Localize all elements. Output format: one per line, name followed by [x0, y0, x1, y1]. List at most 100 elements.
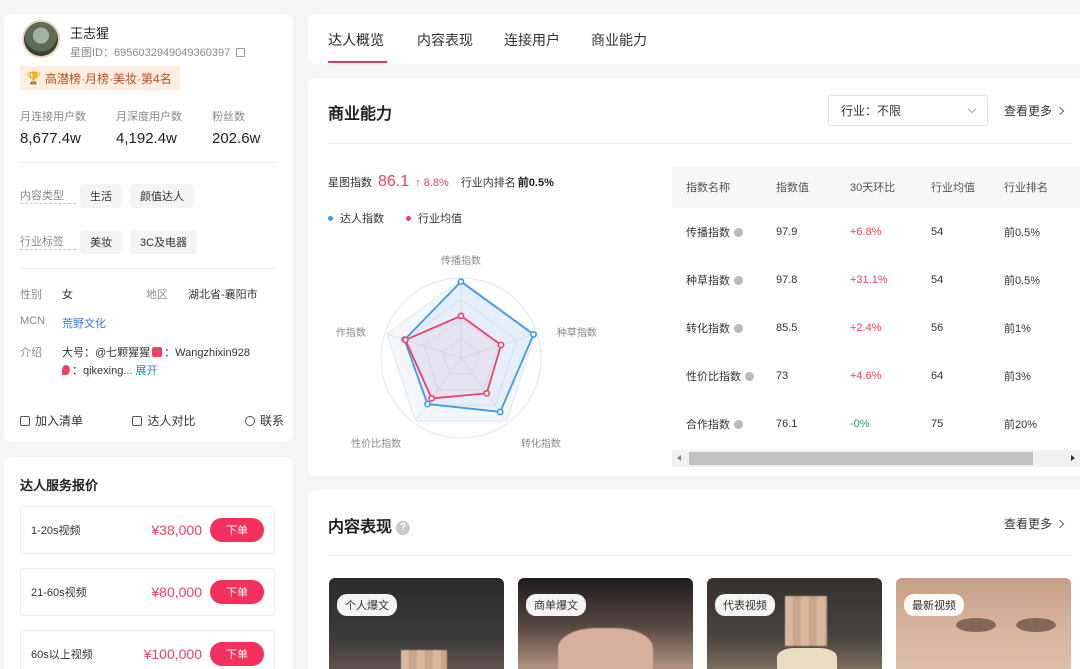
industry-rank: 前20%	[1004, 419, 1038, 431]
industry-rank: 前3%	[1004, 371, 1031, 383]
star-index-change: ↑ 8.8%	[415, 177, 449, 189]
legend-item[interactable]: 达人指数	[328, 210, 384, 226]
thumbnail-tag: 代表视频	[715, 594, 775, 616]
scroll-left-icon[interactable]	[677, 455, 681, 461]
table-header: 指数名称 指数值 30天环比 行业均值 行业排名	[672, 166, 1080, 208]
content-card: 内容表现? 查看更多 个人爆文 商单爆文 代表视频 最新视频	[308, 490, 1080, 669]
mcn-link[interactable]: 荒野文化	[62, 315, 106, 331]
index-name: 传播指数	[686, 227, 730, 239]
index-change: +31.1%	[850, 274, 888, 286]
gender-label: 性别	[20, 289, 42, 301]
index-name: 种草指数	[686, 275, 730, 287]
table-horizontal-scrollbar[interactable]	[672, 450, 1080, 467]
stat-monthly-deep-users: 月深度用户数 4,192.4w	[116, 108, 212, 147]
business-card: 商业能力 行业：不限 查看更多 星图指数 86.1 ↑ 8.8% 行业内排名 前…	[308, 78, 1080, 476]
contact-button[interactable]: 联系	[244, 412, 284, 429]
help-icon[interactable]	[734, 275, 743, 285]
content-type-chip: 颜值达人	[130, 184, 194, 208]
expand-link[interactable]: 展开	[136, 365, 158, 377]
copy-icon[interactable]	[236, 47, 246, 57]
radar-point	[483, 389, 491, 397]
order-button[interactable]: 下单	[210, 580, 264, 604]
blurred-face	[785, 596, 827, 646]
avatar[interactable]	[22, 20, 60, 58]
help-icon[interactable]	[745, 371, 754, 381]
rank-badge[interactable]: 🏆 高潜榜·月榜·美妆·第4名	[20, 66, 180, 90]
table-row: 性价比指数 73 +4.6% 64 前3%	[672, 352, 1080, 400]
radar-chart: 传播指数种草指数转化指数 性价比指数 合作指数	[336, 254, 597, 450]
industry-rank: 前1%	[1004, 323, 1031, 335]
radar-axis-label: 种草指数	[557, 326, 597, 339]
price-value: ¥38,000	[151, 522, 202, 538]
radar-legend: 达人指数 行业均值	[328, 210, 484, 226]
radar-point	[457, 278, 465, 286]
tab-bar: 达人概览 内容表现 连接用户 商业能力	[308, 14, 1080, 64]
star-id: 星图ID：6956032949049360397	[70, 44, 246, 60]
radar-point	[424, 400, 431, 408]
price-item: 21-60s视频 ¥80,000 下单	[20, 568, 275, 616]
industry-avg: 64	[931, 370, 944, 382]
compare-button[interactable]: 达人对比	[132, 412, 196, 429]
help-icon[interactable]: ?	[396, 521, 411, 535]
legend-item[interactable]: 行业均值	[406, 210, 462, 226]
tab-connected-users[interactable]: 连接用户	[504, 30, 560, 50]
index-value: 97.8	[776, 274, 798, 286]
help-icon[interactable]	[734, 323, 743, 333]
help-icon[interactable]	[734, 419, 743, 429]
tab-business[interactable]: 商业能力	[591, 30, 647, 50]
intro-line2: ：qikexing...	[72, 365, 133, 377]
intro: 介绍 大号：@七颗猩猩 ：Wangzhixin928 ：qikexing... 展开	[20, 344, 280, 380]
tab-overview[interactable]: 达人概览	[328, 30, 384, 50]
price-name: 1-20s视频	[31, 525, 81, 537]
tab-content[interactable]: 内容表现	[417, 30, 473, 50]
radar-axis-label: 性价比指数	[351, 437, 401, 450]
add-to-list-button[interactable]: 加入清单	[20, 412, 83, 429]
industry-rank-value: 前0.5%	[517, 177, 554, 189]
video-thumbnail[interactable]: 商单爆文	[518, 578, 693, 669]
content-title: 内容表现	[328, 519, 393, 536]
pricing-card: 达人服务报价 1-20s视频 ¥38,000 下单 21-60s视频 ¥80,0…	[4, 457, 293, 669]
price-value: ¥80,000	[151, 584, 202, 600]
thumbnail-tag: 最新视频	[904, 594, 964, 616]
index-name-cell: 转化指数	[672, 320, 776, 336]
profile-name: 王志猩	[70, 26, 110, 41]
order-button[interactable]: 下单	[210, 518, 264, 542]
index-name-cell: 合作指数	[672, 416, 776, 432]
mcn-row: MCN 荒野文化	[20, 315, 106, 331]
industry-rank: 前0.5%	[1004, 227, 1041, 239]
eye-shape	[956, 618, 996, 632]
video-thumbnail[interactable]: 代表视频	[707, 578, 882, 669]
scrollbar-thumb[interactable]	[689, 452, 1033, 465]
divider	[20, 268, 276, 269]
content-more-link[interactable]: 查看更多	[1004, 515, 1065, 532]
video-thumbnail[interactable]: 个人爆文	[329, 578, 504, 669]
header-cell: 行业排名	[1004, 182, 1048, 194]
industry-tag-row: 行业标签 美妆 3C及电器	[20, 230, 205, 254]
star-index-value: 86.1	[378, 173, 410, 190]
index-name: 性价比指数	[686, 371, 741, 383]
more-label: 查看更多	[1004, 517, 1053, 531]
video-thumbnail[interactable]: 最新视频	[896, 578, 1071, 669]
stat-value: 202.6w	[212, 130, 261, 147]
index-value: 85.5	[776, 322, 798, 334]
index-change: -0%	[850, 418, 870, 430]
gender-value: 女	[62, 289, 73, 301]
header-cell: 行业均值	[931, 182, 975, 194]
industry-avg: 54	[931, 274, 944, 286]
radar-axis-label: 合作指数	[336, 326, 366, 339]
star-index-label: 星图指数	[328, 177, 372, 189]
help-icon[interactable]	[734, 227, 743, 237]
index-name: 合作指数	[686, 419, 730, 431]
star-id-text: 星图ID：6956032949049360397	[70, 47, 231, 59]
order-button[interactable]: 下单	[210, 642, 264, 666]
thumbnail-tag: 商单爆文	[526, 594, 586, 616]
stat-label: 粉丝数	[212, 111, 245, 123]
index-name-cell: 种草指数	[672, 272, 776, 288]
table-row: 种草指数 97.8 +31.1% 54 前0.5%	[672, 256, 1080, 304]
eye-shape	[1016, 618, 1056, 632]
industry-select[interactable]: 行业：不限	[828, 95, 988, 126]
index-name-cell: 性价比指数	[672, 368, 776, 384]
scroll-right-icon[interactable]	[1071, 455, 1075, 461]
stat-monthly-connected-users: 月连接用户数 8,677.4w	[20, 108, 116, 147]
business-more-link[interactable]: 查看更多	[1004, 102, 1065, 119]
